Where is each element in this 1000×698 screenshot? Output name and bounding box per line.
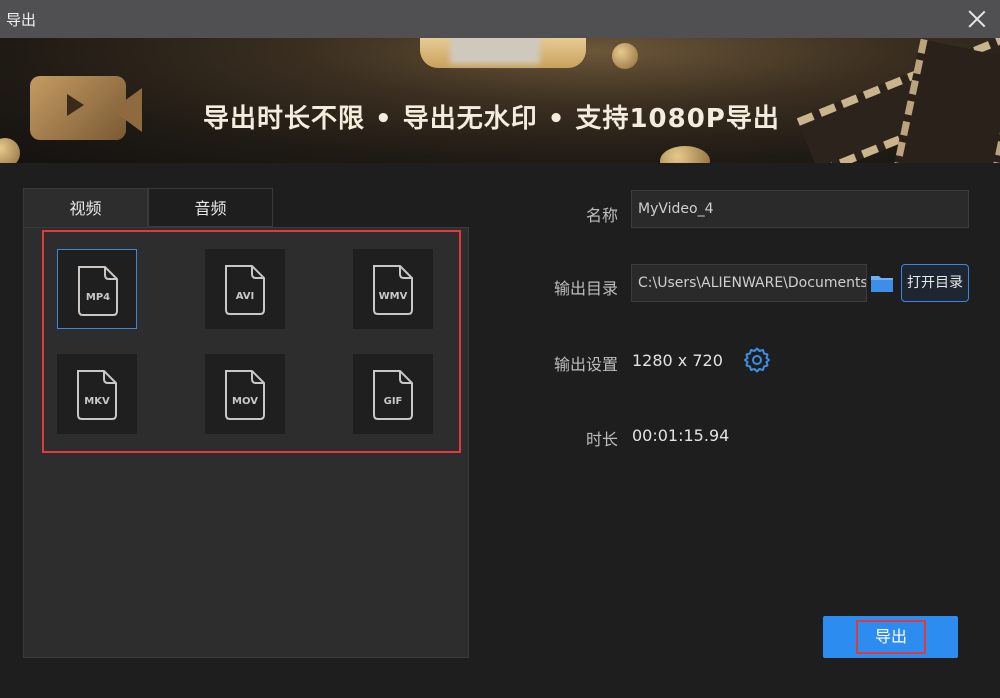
window-title: 导出 (6, 11, 37, 29)
tab-video[interactable]: 视频 (23, 188, 148, 227)
camera-lens-icon (112, 88, 142, 132)
title-bar: 导出 (0, 0, 1000, 38)
folder-icon[interactable] (870, 273, 894, 293)
name-input[interactable]: MyVideo_4 (631, 190, 969, 228)
duration-value: 00:01:15.94 (632, 426, 730, 445)
output-dir-label: 输出目录 (553, 279, 618, 298)
banner-slogan: 导出时长不限 • 导出无水印 • 支持1080P导出 (203, 104, 780, 134)
export-button-label: 导出 (856, 620, 926, 654)
play-icon (67, 94, 84, 116)
coin-image (612, 43, 638, 69)
export-button[interactable]: 导出 (823, 616, 958, 658)
highlight-box (42, 230, 461, 453)
name-label: 名称 (585, 206, 618, 225)
output-dir-input[interactable]: C:\Users\ALIENWARE\Documents\ (631, 264, 867, 302)
close-icon[interactable] (964, 6, 990, 32)
output-settings-value: 1280 x 720 (632, 351, 723, 370)
open-directory-button[interactable]: 打开目录 (901, 264, 969, 302)
blurred-region (450, 38, 540, 64)
promo-banner[interactable]: 导出时长不限 • 导出无水印 • 支持1080P导出 (0, 38, 1000, 163)
output-settings-label: 输出设置 (553, 355, 618, 374)
gear-icon[interactable] (744, 347, 770, 373)
coin-image (0, 138, 20, 163)
tab-audio[interactable]: 音频 (148, 188, 273, 227)
duration-label: 时长 (585, 430, 618, 449)
film-strip-image (891, 38, 1000, 163)
coin-image (660, 146, 710, 163)
